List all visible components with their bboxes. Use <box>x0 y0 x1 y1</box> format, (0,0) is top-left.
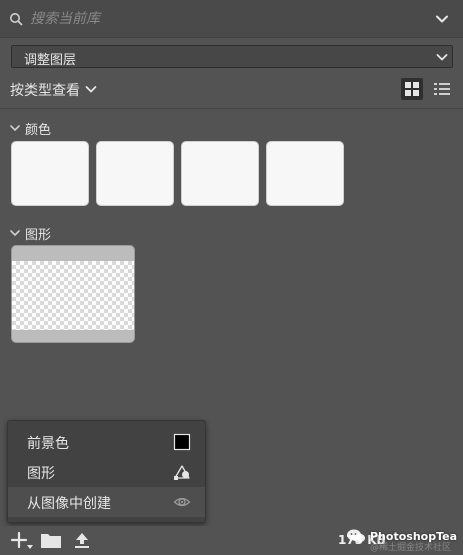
library-dropdown[interactable]: 调整图层 <box>11 45 453 68</box>
color-swatch[interactable] <box>181 141 259 206</box>
grid-view-button[interactable] <box>401 78 423 100</box>
upload-icon[interactable] <box>73 531 91 549</box>
list-view-button[interactable] <box>431 78 453 100</box>
chevron-down-icon[interactable] <box>9 122 21 134</box>
menu-item-foreground-color[interactable]: 前景色 <box>8 427 205 457</box>
chevron-down-icon <box>436 54 448 61</box>
color-swatch[interactable] <box>266 141 344 206</box>
chevron-down-icon[interactable] <box>434 11 450 27</box>
color-swatch[interactable] <box>96 141 174 206</box>
menu-item-label: 图形 <box>27 466 55 482</box>
search-icon <box>10 13 23 26</box>
menu-item-create-from-image[interactable]: 从图像中创建 <box>8 487 205 517</box>
shape-thumbnail[interactable] <box>11 245 135 343</box>
section-title-colors[interactable]: 颜色 <box>25 119 51 138</box>
search-bar <box>0 0 463 38</box>
folder-icon[interactable] <box>40 532 62 549</box>
shape-icon <box>174 465 190 480</box>
list-view-icon <box>434 83 450 95</box>
chevron-down-icon[interactable] <box>84 82 98 96</box>
eye-icon <box>173 497 191 507</box>
search-input[interactable] <box>30 9 410 29</box>
watermark-subtext: @稀土掘金技术社区 <box>370 543 452 553</box>
foreground-color-swatch-icon <box>173 433 191 451</box>
grid-view-icon <box>405 82 419 96</box>
transparency-checkerboard <box>12 261 134 330</box>
view-by-type-button[interactable]: 按类型查看 <box>10 80 80 100</box>
menu-item-shape[interactable]: 图形 <box>8 457 205 487</box>
chevron-down-icon[interactable] <box>9 227 21 239</box>
library-dropdown-value: 调整图层 <box>24 53 77 68</box>
dropdown-caret-icon[interactable] <box>27 544 33 550</box>
wechat-logo-icon <box>347 529 365 543</box>
color-swatch[interactable] <box>11 141 89 206</box>
menu-item-label: 从图像中创建 <box>27 496 111 512</box>
divider <box>0 108 463 109</box>
create-menu: 前景色 图形 从图像中创建 <box>7 420 206 523</box>
add-icon[interactable] <box>10 531 28 549</box>
section-title-shapes[interactable]: 图形 <box>25 224 51 243</box>
menu-item-label: 前景色 <box>27 436 69 452</box>
